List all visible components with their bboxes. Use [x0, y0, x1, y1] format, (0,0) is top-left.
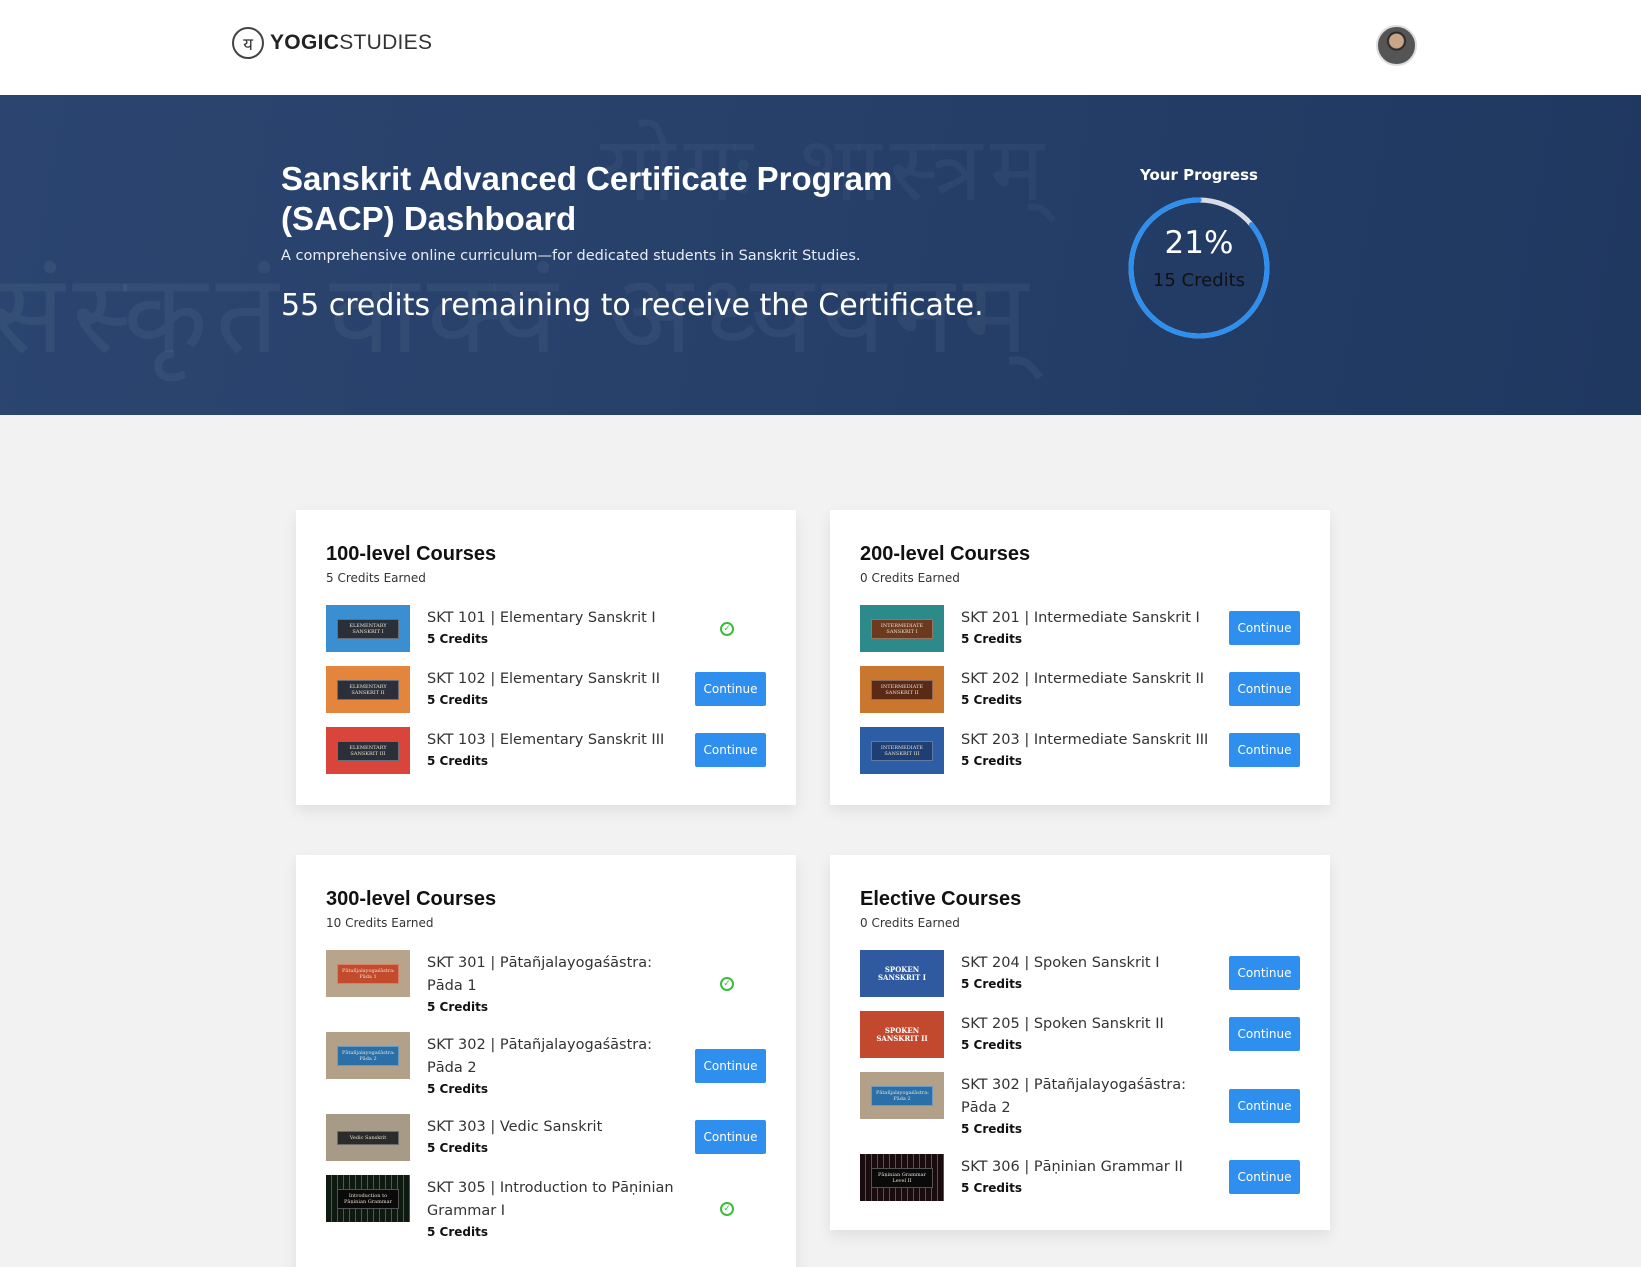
continue-button[interactable]: Continue	[695, 1120, 766, 1154]
top-navigation-bar: य YOGICSTUDIES	[0, 0, 1641, 95]
course-row[interactable]: SPOKEN SANSKRIT I SKT 204 | Spoken Sansk…	[860, 950, 1300, 1000]
course-thumbnail: ELEMENTARY SANSKRIT III	[326, 727, 410, 774]
course-title[interactable]: SKT 103 | Elementary Sanskrit III	[427, 729, 692, 752]
course-card-100-level: 100-level Courses 5 Credits Earned ELEME…	[296, 510, 796, 805]
continue-button[interactable]: Continue	[1229, 1160, 1300, 1194]
course-thumbnail: Vedic Sanskrit	[326, 1114, 410, 1161]
course-thumbnail: Pāṇinian Grammar Level II	[860, 1154, 944, 1201]
course-thumbnail: Pātañjalayogaśāstra: Pāda 2	[860, 1072, 944, 1119]
card-title: 100-level Courses	[326, 543, 497, 565]
course-row[interactable]: Introduction to Pāṇinian Grammar SKT 305…	[326, 1175, 766, 1247]
course-title[interactable]: SKT 205 | Spoken Sanskrit II	[961, 1013, 1226, 1036]
logo-wordmark: YOGICSTUDIES	[270, 31, 433, 54]
course-thumbnail: SPOKEN SANSKRIT I	[860, 950, 944, 997]
course-row[interactable]: INTERMEDIATE SANSKRIT II SKT 202 | Inter…	[860, 666, 1300, 716]
course-row[interactable]: ELEMENTARY SANSKRIT I SKT 101 | Elementa…	[326, 605, 766, 655]
course-row[interactable]: SPOKEN SANSKRIT II SKT 205 | Spoken Sans…	[860, 1011, 1300, 1061]
course-title[interactable]: SKT 202 | Intermediate Sanskrit II	[961, 668, 1226, 691]
continue-button[interactable]: Continue	[1229, 1017, 1300, 1051]
credits-earned: 5 Credits Earned	[326, 571, 426, 585]
course-credits: 5 Credits	[961, 1038, 1022, 1052]
progress-label: Your Progress	[1140, 166, 1258, 184]
continue-button[interactable]: Continue	[1229, 956, 1300, 990]
course-title[interactable]: SKT 301 | Pātañjalayogaśāstra: Pāda 1	[427, 952, 692, 998]
course-credits: 5 Credits	[961, 1122, 1022, 1136]
course-title[interactable]: SKT 204 | Spoken Sanskrit I	[961, 952, 1226, 975]
credits-earned: 0 Credits Earned	[860, 571, 960, 585]
course-thumbnail: INTERMEDIATE SANSKRIT I	[860, 605, 944, 652]
course-row[interactable]: Pātañjalayogaśāstra: Pāda 2 SKT 302 | Pā…	[860, 1072, 1300, 1144]
course-row[interactable]: Vedic Sanskrit SKT 303 | Vedic Sanskrit …	[326, 1114, 766, 1164]
page-subtitle: A comprehensive online curriculum—for de…	[281, 248, 861, 264]
course-title[interactable]: SKT 302 | Pātañjalayogaśāstra: Pāda 2	[961, 1074, 1226, 1120]
course-row[interactable]: ELEMENTARY SANSKRIT III SKT 103 | Elemen…	[326, 727, 766, 777]
continue-button[interactable]: Continue	[695, 733, 766, 767]
yogic-studies-logo[interactable]: य YOGICSTUDIES	[232, 27, 432, 59]
course-credits: 5 Credits	[961, 632, 1022, 646]
continue-button[interactable]: Continue	[1229, 733, 1300, 767]
credits-earned: 10 Credits Earned	[326, 916, 434, 930]
course-thumbnail: INTERMEDIATE SANSKRIT III	[860, 727, 944, 774]
course-row[interactable]: Pāṇinian Grammar Level II SKT 306 | Pāṇi…	[860, 1154, 1300, 1204]
continue-button[interactable]: Continue	[1229, 611, 1300, 645]
course-row[interactable]: INTERMEDIATE SANSKRIT I SKT 201 | Interm…	[860, 605, 1300, 655]
course-credits: 5 Credits	[427, 1225, 488, 1239]
course-thumbnail: ELEMENTARY SANSKRIT I	[326, 605, 410, 652]
course-card-200-level: 200-level Courses 0 Credits Earned INTER…	[830, 510, 1330, 805]
course-row[interactable]: Pātañjalayogaśāstra: Pāda 2 SKT 302 | Pā…	[326, 1032, 766, 1104]
card-title: 300-level Courses	[326, 888, 497, 910]
credits-remaining-text: 55 credits remaining to receive the Cert…	[281, 288, 984, 323]
course-row[interactable]: Pātañjalayogaśāstra: Pāda 1 SKT 301 | Pā…	[326, 950, 766, 1022]
check-circle-icon: ✓	[720, 1202, 734, 1216]
credits-earned: 0 Credits Earned	[860, 916, 960, 930]
course-thumbnail: INTERMEDIATE SANSKRIT II	[860, 666, 944, 713]
course-title[interactable]: SKT 101 | Elementary Sanskrit I	[427, 607, 692, 630]
card-title: Elective Courses	[860, 888, 1022, 910]
course-thumbnail: ELEMENTARY SANSKRIT II	[326, 666, 410, 713]
course-title[interactable]: SKT 306 | Pāṇinian Grammar II	[961, 1156, 1226, 1179]
course-credits: 5 Credits	[961, 693, 1022, 707]
continue-button[interactable]: Continue	[1229, 672, 1300, 706]
course-credits: 5 Credits	[427, 1141, 488, 1155]
continue-button[interactable]: Continue	[695, 1049, 766, 1083]
course-row[interactable]: ELEMENTARY SANSKRIT II SKT 102 | Element…	[326, 666, 766, 716]
continue-button[interactable]: Continue	[695, 672, 766, 706]
course-thumbnail: SPOKEN SANSKRIT II	[860, 1011, 944, 1058]
course-thumbnail: Pātañjalayogaśāstra: Pāda 1	[326, 950, 410, 997]
course-card-elective: Elective Courses 0 Credits Earned SPOKEN…	[830, 855, 1330, 1230]
course-title[interactable]: SKT 305 | Introduction to Pāṇinian Gramm…	[427, 1177, 692, 1223]
course-credits: 5 Credits	[961, 977, 1022, 991]
course-row[interactable]: INTERMEDIATE SANSKRIT III SKT 203 | Inte…	[860, 727, 1300, 777]
course-title[interactable]: SKT 303 | Vedic Sanskrit	[427, 1116, 692, 1139]
course-title[interactable]: SKT 201 | Intermediate Sanskrit I	[961, 607, 1226, 630]
course-credits: 5 Credits	[427, 754, 488, 768]
check-circle-icon: ✓	[720, 622, 734, 636]
course-title[interactable]: SKT 302 | Pātañjalayogaśāstra: Pāda 2	[427, 1034, 692, 1080]
progress-percent: 21%	[1164, 225, 1234, 261]
card-title: 200-level Courses	[860, 543, 1031, 565]
logo-mark-icon: य	[232, 27, 264, 59]
course-credits: 5 Credits	[427, 1082, 488, 1096]
course-thumbnail: Pātañjalayogaśāstra: Pāda 2	[326, 1032, 410, 1079]
progress-credits: 15 Credits	[1152, 270, 1246, 291]
check-circle-icon: ✓	[720, 977, 734, 991]
course-credits: 5 Credits	[961, 1181, 1022, 1195]
course-card-300-level: 300-level Courses 10 Credits Earned Pāta…	[296, 855, 796, 1267]
user-avatar[interactable]	[1376, 25, 1417, 66]
continue-button[interactable]: Continue	[1229, 1089, 1300, 1123]
course-credits: 5 Credits	[961, 754, 1022, 768]
dashboard-hero: संस्कृतं वाक्यं अध्ययनम् योगः शास्त्रम् …	[0, 95, 1641, 415]
course-title[interactable]: SKT 203 | Intermediate Sanskrit III	[961, 729, 1226, 752]
progress-ring	[1128, 197, 1270, 339]
course-thumbnail: Introduction to Pāṇinian Grammar	[326, 1175, 410, 1222]
page-title: Sanskrit Advanced Certificate Program (S…	[281, 160, 893, 237]
course-credits: 5 Credits	[427, 632, 488, 646]
course-credits: 5 Credits	[427, 693, 488, 707]
course-credits: 5 Credits	[427, 1000, 488, 1014]
course-title[interactable]: SKT 102 | Elementary Sanskrit II	[427, 668, 692, 691]
